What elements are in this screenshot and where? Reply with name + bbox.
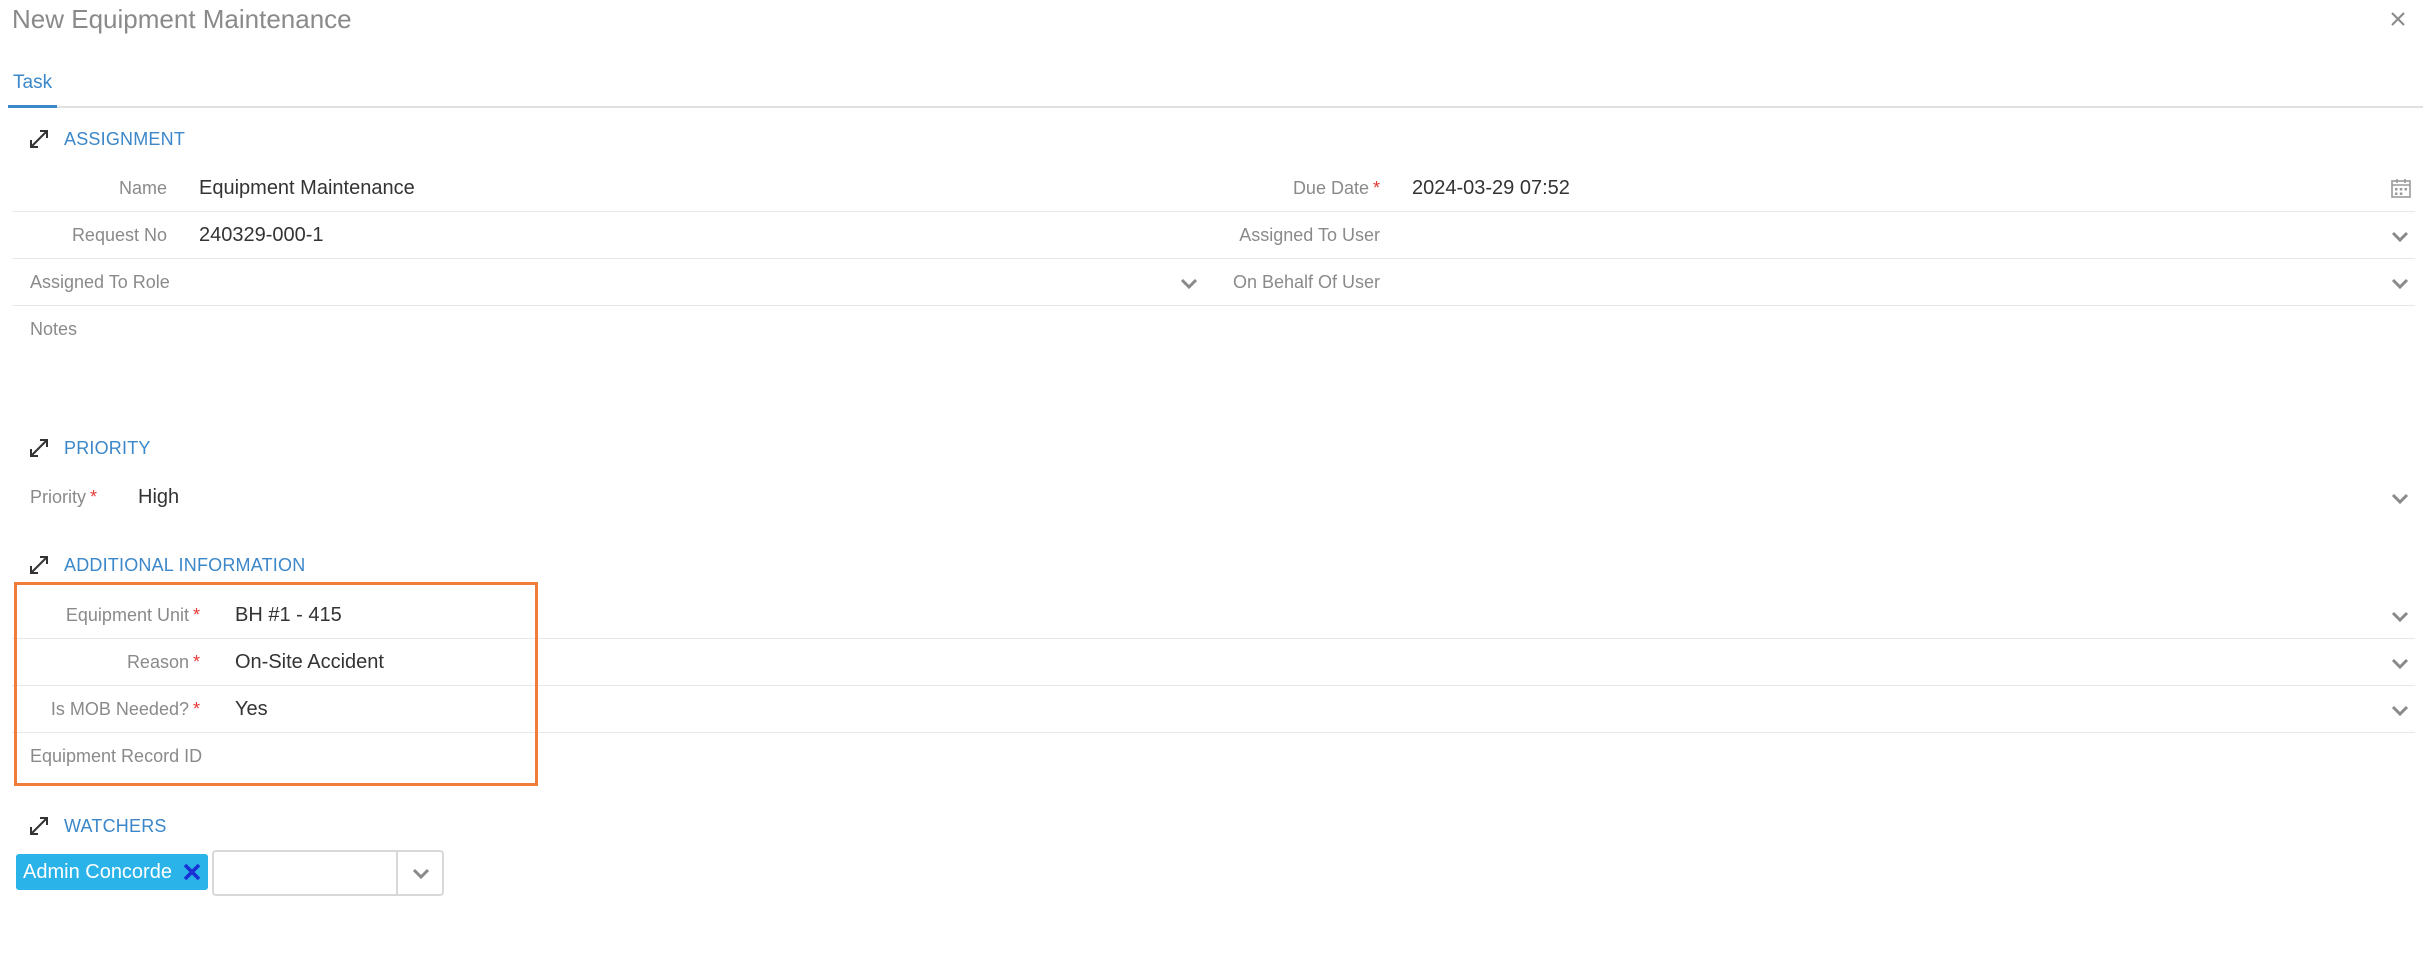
field-row-name: Name Equipment Maintenance <box>12 165 1220 212</box>
assigned-user-label: Assigned To User <box>1239 225 1380 245</box>
assigned-role-label: Assigned To Role <box>30 272 170 292</box>
required-marker: * <box>192 699 200 719</box>
required-marker: * <box>1372 178 1380 198</box>
chevron-down-icon[interactable] <box>2388 271 2412 295</box>
collapse-arrows-icon[interactable] <box>28 128 50 150</box>
equipment-unit-field[interactable]: BH #1 - 415 <box>235 592 342 639</box>
field-row-priority: Priority * High <box>12 474 2415 521</box>
priority-field[interactable]: High <box>138 474 179 521</box>
field-row-reason: Reason * On-Site Accident <box>12 639 2415 686</box>
chevron-down-icon[interactable] <box>2388 604 2412 628</box>
section-watchers-header[interactable]: WATCHERS <box>28 812 167 840</box>
request-no-label: Request No <box>71 225 167 245</box>
name-label: Name <box>118 178 167 198</box>
request-no-field[interactable]: 240329-000-1 <box>199 212 324 259</box>
section-assignment-header[interactable]: ASSIGNMENT <box>28 125 185 153</box>
field-row-request-no: Request No 240329-000-1 <box>12 212 1220 259</box>
watcher-input[interactable] <box>214 852 398 894</box>
chevron-down-icon[interactable] <box>2388 651 2412 675</box>
watcher-chip-label: Admin Concorde <box>23 860 172 883</box>
chevron-down-icon[interactable] <box>2388 486 2412 510</box>
section-title-priority: PRIORITY <box>64 437 151 458</box>
reason-field[interactable]: On-Site Accident <box>235 639 384 686</box>
section-priority-header[interactable]: PRIORITY <box>28 434 151 462</box>
chevron-down-icon[interactable] <box>409 861 433 885</box>
equipment-unit-label: Equipment Unit * <box>65 605 200 625</box>
field-row-notes: Notes <box>12 306 2415 406</box>
mob-needed-label: Is MOB Needed? * <box>50 699 200 719</box>
priority-label: Priority * <box>30 487 98 507</box>
field-row-equipment-unit: Equipment Unit * BH #1 - 415 <box>12 592 2415 639</box>
required-marker: * <box>192 605 200 625</box>
record-id-label: Equipment Record ID <box>30 746 203 766</box>
due-date-label: Due Date * <box>1292 178 1380 198</box>
remove-x-icon[interactable] <box>178 858 206 886</box>
collapse-arrows-icon[interactable] <box>28 815 50 837</box>
field-row-record-id: Equipment Record ID <box>12 733 2415 780</box>
field-row-on-behalf: On Behalf Of User <box>1220 259 2415 306</box>
due-date-field[interactable]: 2024-03-29 07:52 <box>1412 165 1570 212</box>
required-marker: * <box>192 652 200 672</box>
collapse-arrows-icon[interactable] <box>28 437 50 459</box>
field-row-due-date: Due Date * 2024-03-29 07:52 <box>1220 165 2415 212</box>
field-row-assigned-role: Assigned To Role <box>12 259 1220 306</box>
field-row-assigned-user: Assigned To User <box>1220 212 2415 259</box>
watcher-combobox[interactable] <box>212 850 444 896</box>
section-additional-header[interactable]: ADDITIONAL INFORMATION <box>28 551 305 579</box>
name-field[interactable]: Equipment Maintenance <box>199 165 415 212</box>
collapse-arrows-icon[interactable] <box>28 554 50 576</box>
close-icon[interactable] <box>2383 4 2413 34</box>
chevron-down-icon[interactable] <box>2388 224 2412 248</box>
watcher-dropdown-button[interactable] <box>396 852 442 894</box>
chevron-down-icon[interactable] <box>1177 271 1201 295</box>
calendar-icon[interactable] <box>2389 176 2413 200</box>
tab-bar: Task <box>8 64 2423 108</box>
notes-label: Notes <box>30 319 78 339</box>
required-marker: * <box>90 487 98 507</box>
field-row-mob-needed: Is MOB Needed? * Yes <box>12 686 2415 733</box>
section-title-assignment: ASSIGNMENT <box>64 128 186 149</box>
tab-task[interactable]: Task <box>8 64 58 108</box>
mob-needed-field[interactable]: Yes <box>235 686 268 733</box>
section-title-additional: ADDITIONAL INFORMATION <box>64 554 306 575</box>
reason-label: Reason * <box>126 652 200 672</box>
section-title-watchers: WATCHERS <box>64 815 167 836</box>
watcher-chip: Admin Concorde <box>16 854 208 890</box>
dialog-title: New Equipment Maintenance <box>12 4 352 34</box>
chevron-down-icon[interactable] <box>2388 698 2412 722</box>
on-behalf-label: On Behalf Of User <box>1232 272 1380 292</box>
